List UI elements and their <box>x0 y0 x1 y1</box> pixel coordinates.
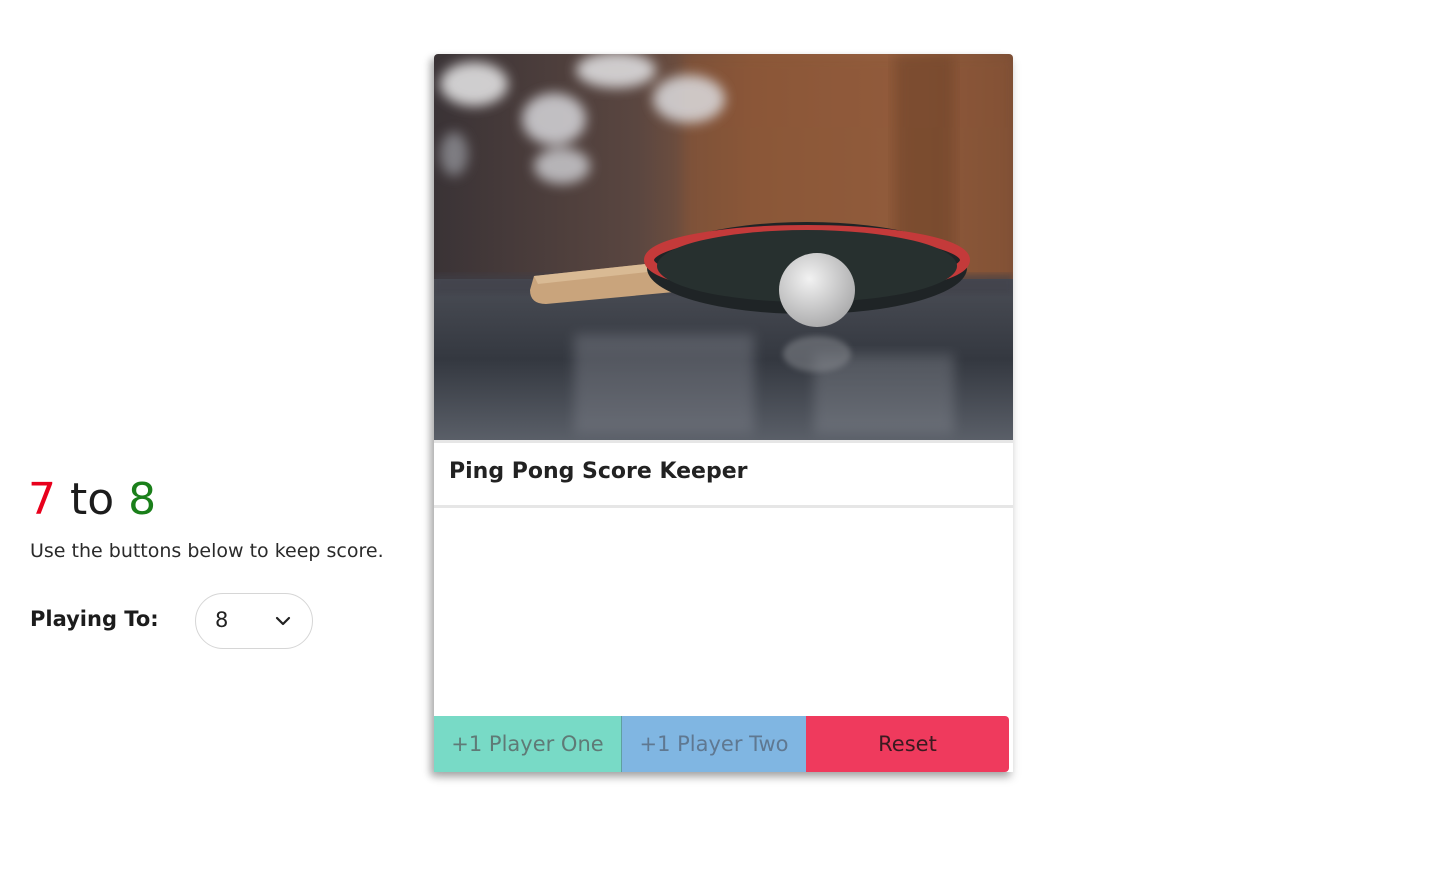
playing-to-value: 8 <box>215 608 229 632</box>
reset-button[interactable]: Reset <box>806 716 1009 772</box>
player-one-button[interactable]: +1 Player One <box>434 716 621 772</box>
player-two-button[interactable]: +1 Player Two <box>621 716 806 772</box>
card-title: Ping Pong Score Keeper <box>449 459 748 484</box>
player-one-score: 7 <box>28 474 56 525</box>
button-row: +1 Player One +1 Player Two Reset <box>434 716 1009 772</box>
instructions-text: Use the buttons below to keep score. <box>30 540 384 562</box>
playing-to-select[interactable]: 8 <box>195 593 313 649</box>
score-separator: to <box>70 474 115 525</box>
card-header: Ping Pong Score Keeper <box>434 440 1013 508</box>
chevron-down-icon <box>275 616 291 626</box>
score-display: 7 to 8 <box>28 472 156 528</box>
player-two-score: 8 <box>128 474 157 525</box>
ping-pong-paddle-photo <box>434 54 1013 440</box>
playing-to-label: Playing To: <box>30 607 159 631</box>
score-keeper-card: Ping Pong Score Keeper <box>434 54 1013 772</box>
